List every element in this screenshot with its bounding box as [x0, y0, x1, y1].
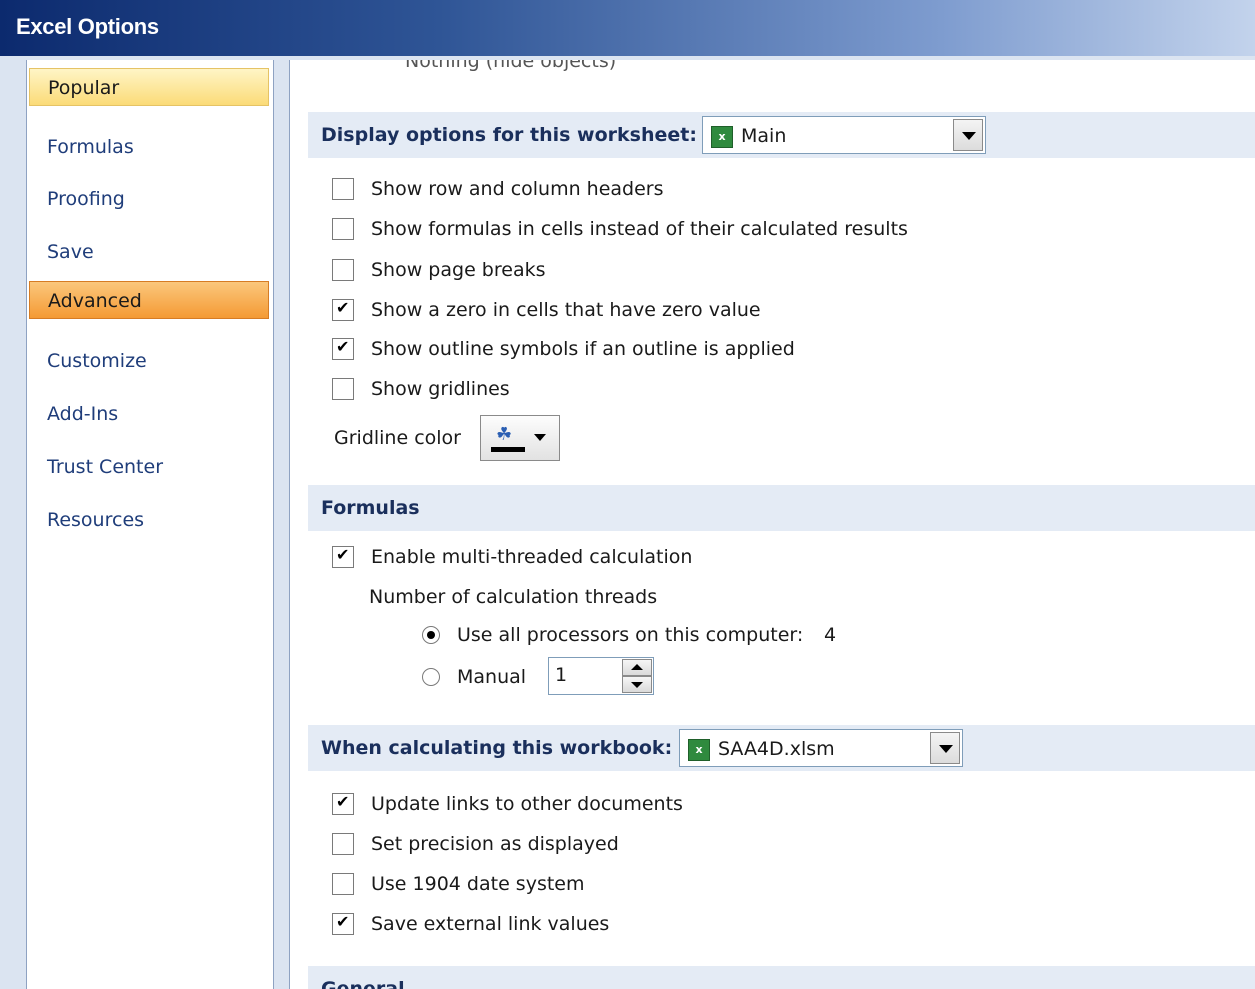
worksheet-select-value: Main — [741, 125, 787, 147]
option-label: Manual — [457, 666, 527, 688]
section-title: Formulas — [321, 497, 420, 519]
option-label: Show page breaks — [371, 259, 546, 281]
option-label: Show outline symbols if an outline is ap… — [371, 338, 795, 360]
worksheet-icon: x — [711, 126, 733, 148]
window-title: Excel Options — [16, 14, 159, 39]
checkbox-show-headers[interactable] — [332, 178, 354, 200]
checkbox-save-external-links[interactable] — [332, 912, 354, 935]
manual-threads-value[interactable]: 1 — [555, 664, 567, 686]
checkbox-show-page-breaks[interactable] — [332, 259, 354, 281]
threads-label: Number of calculation threads — [369, 586, 658, 608]
section-title: Display options for this worksheet: — [321, 124, 697, 146]
excel-file-icon: x — [688, 739, 710, 761]
option-label: Show formulas in cells instead of their … — [371, 218, 908, 240]
sidebar-item-add-ins[interactable]: Add-Ins — [29, 395, 269, 433]
workbook-select[interactable]: x SAA4D.xlsm — [679, 729, 963, 767]
sidebar-item-advanced[interactable]: Advanced — [29, 281, 269, 319]
gridline-color-button[interactable]: ☘ — [480, 415, 560, 461]
option-label: Use 1904 date system — [371, 873, 585, 895]
checkbox-show-gridlines[interactable] — [332, 378, 354, 400]
spin-down-icon[interactable] — [622, 676, 652, 693]
option-label: Show gridlines — [371, 378, 510, 400]
sidebar-item-trust-center[interactable]: Trust Center — [29, 448, 269, 486]
sidebar-item-proofing[interactable]: Proofing — [29, 180, 269, 218]
spin-up-icon[interactable] — [622, 659, 652, 676]
spinner-buttons — [622, 659, 652, 693]
color-swatch — [491, 447, 525, 452]
sidebar-item-save[interactable]: Save — [29, 233, 269, 271]
option-label: Update links to other documents — [371, 793, 683, 815]
workbook-select-value: SAA4D.xlsm — [718, 738, 835, 760]
checkbox-multithreaded[interactable] — [332, 545, 354, 568]
chevron-down-icon[interactable] — [930, 732, 960, 764]
checkbox-show-outline[interactable] — [332, 337, 354, 360]
section-title: When calculating this workbook: — [321, 737, 673, 759]
worksheet-select[interactable]: x Main — [702, 116, 986, 154]
sidebar-item-resources[interactable]: Resources — [29, 501, 269, 539]
option-label: Set precision as displayed — [371, 833, 619, 855]
sidebar-item-customize[interactable]: Customize — [29, 342, 269, 380]
option-label: Save external link values — [371, 913, 610, 935]
checkbox-1904-date[interactable] — [332, 873, 354, 895]
checkbox-update-links[interactable] — [332, 792, 354, 815]
chevron-down-icon — [534, 434, 546, 441]
radio-manual[interactable] — [422, 668, 440, 686]
cutoff-option-label: Nothing (hide objects) — [405, 60, 617, 72]
paint-bucket-icon: ☘ — [496, 424, 513, 445]
checkbox-set-precision[interactable] — [332, 833, 354, 855]
radio-use-all-processors[interactable] — [422, 626, 440, 644]
chevron-down-icon[interactable] — [953, 119, 983, 151]
sidebar-item-popular[interactable]: Popular — [29, 68, 269, 106]
section-header-general: General — [308, 966, 1255, 989]
title-bar: Excel Options — [0, 0, 1255, 56]
sidebar-item-formulas[interactable]: Formulas — [29, 128, 269, 166]
options-content-panel[interactable]: Nothing (hide objects) Display options f… — [289, 60, 1255, 989]
sidebar: Popular Formulas Proofing Save Advanced … — [26, 60, 274, 989]
option-label: Enable multi-threaded calculation — [371, 546, 693, 568]
option-label: Use all processors on this computer: — [457, 624, 804, 646]
checkbox-show-zero[interactable] — [332, 298, 354, 321]
manual-threads-stepper[interactable]: 1 — [548, 657, 654, 695]
checkbox-show-formulas[interactable] — [332, 218, 354, 240]
option-label: Show row and column headers — [371, 178, 664, 200]
section-header-formulas: Formulas — [308, 485, 1255, 531]
processor-count: 4 — [824, 624, 837, 646]
option-label: Show a zero in cells that have zero valu… — [371, 299, 761, 321]
gridline-color-label: Gridline color — [334, 427, 461, 449]
section-title: General — [321, 978, 405, 989]
